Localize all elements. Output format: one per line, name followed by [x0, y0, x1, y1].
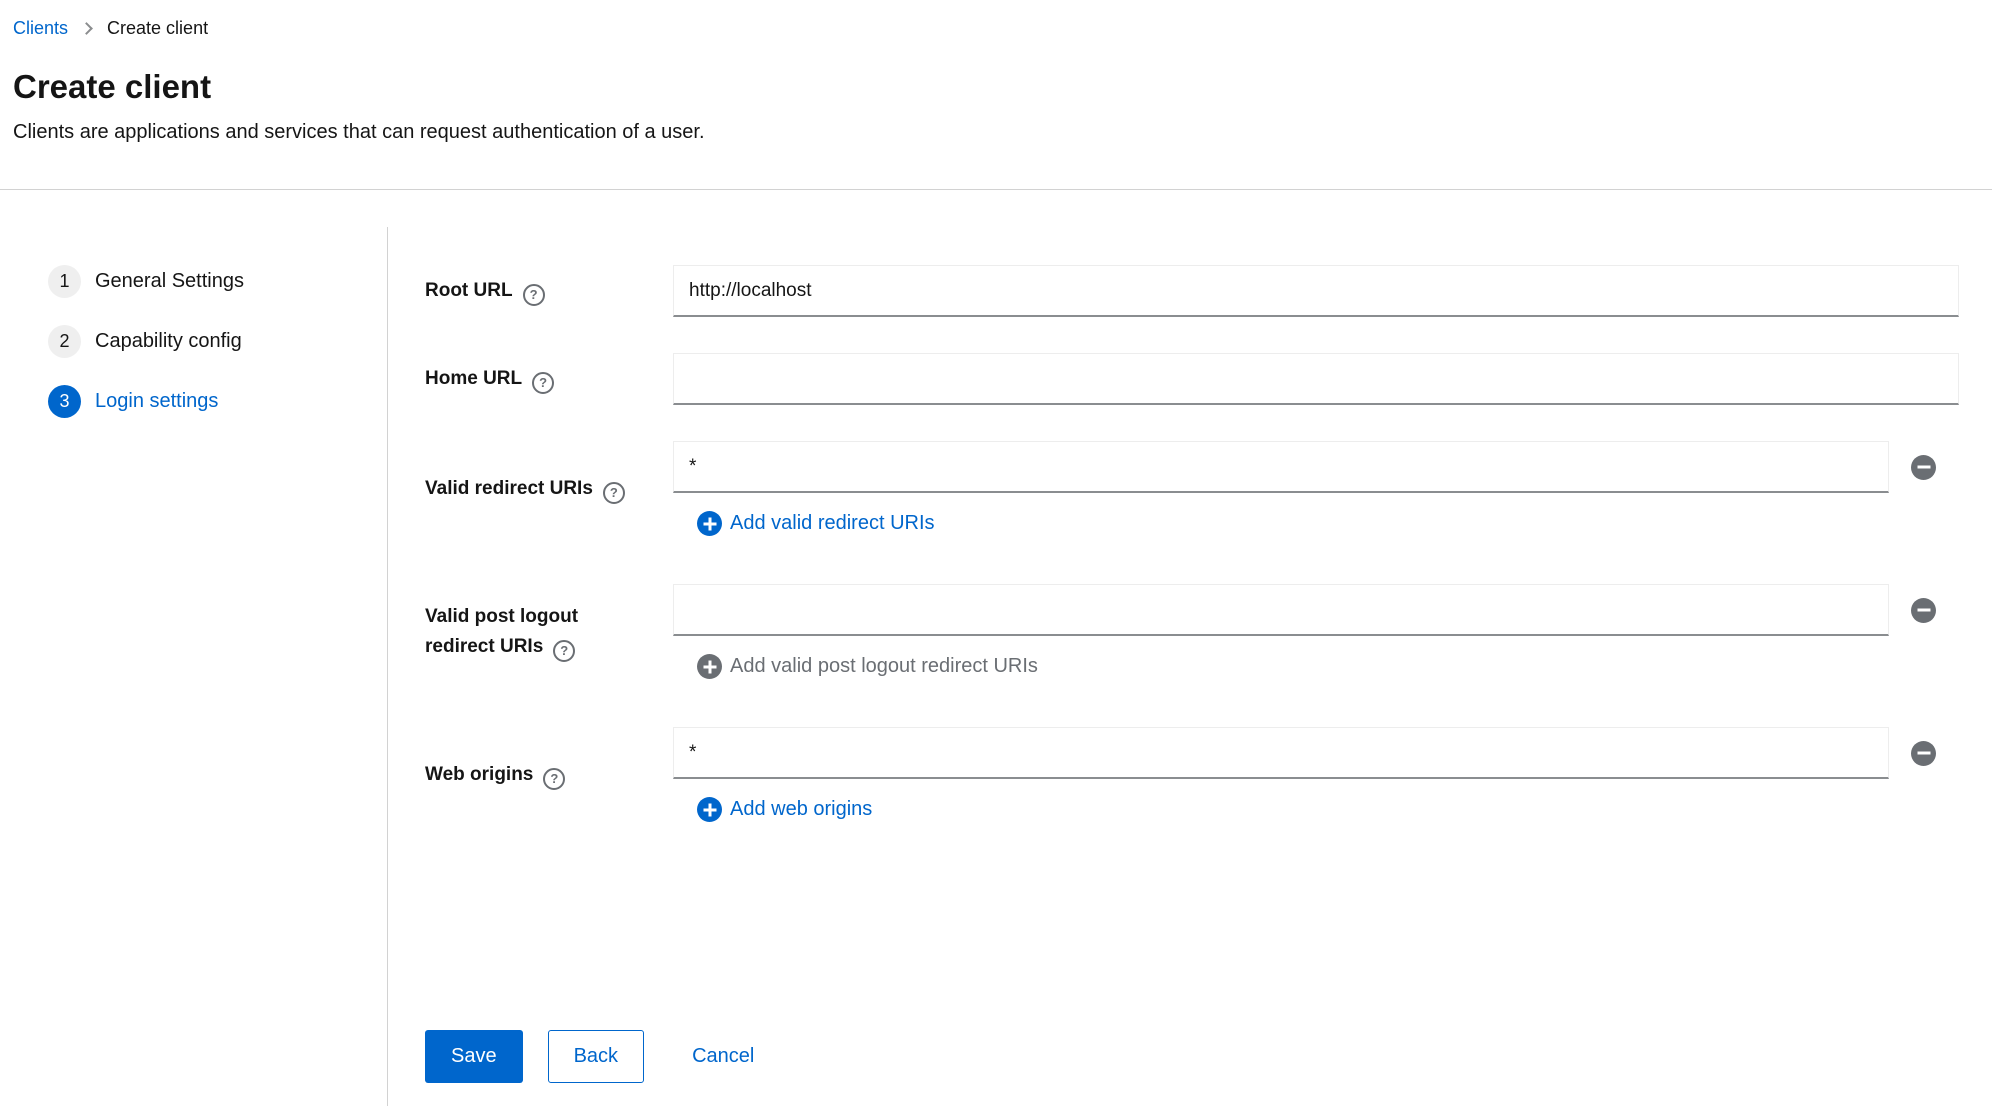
login-settings-form: Root URL Home URL Valid redirect URIs: [388, 190, 1992, 1106]
breadcrumb: Clients Create client: [13, 16, 1959, 40]
step-number-badge: 2: [48, 325, 81, 358]
wizard-step-capability-config[interactable]: 2 Capability config: [48, 325, 387, 358]
step-number-badge: 1: [48, 265, 81, 298]
home-url-input[interactable]: [673, 353, 1959, 405]
form-row-web-origins: Web origins Add web origins: [425, 727, 1959, 822]
help-icon[interactable]: [523, 284, 545, 306]
help-icon[interactable]: [543, 768, 565, 790]
valid-post-logout-redirect-uri-input[interactable]: [673, 584, 1889, 636]
plus-circle-icon: [697, 654, 722, 679]
cancel-button[interactable]: Cancel: [692, 1045, 754, 1068]
home-url-label: Home URL: [425, 364, 554, 394]
breadcrumb-current: Create client: [107, 16, 208, 40]
page-title: Create client: [13, 66, 1959, 108]
step-label: General Settings: [95, 270, 244, 293]
valid-redirect-uris-label: Valid redirect URIs: [425, 474, 625, 504]
help-icon[interactable]: [532, 372, 554, 394]
web-origin-input[interactable]: [673, 727, 1889, 779]
add-valid-post-logout-redirect-uri-button: Add valid post logout redirect URIs: [673, 654, 1038, 679]
plus-circle-icon: [697, 797, 722, 822]
minus-circle-icon: [1911, 741, 1936, 766]
wizard-steps-nav: 1 General Settings 2 Capability config 3…: [0, 227, 388, 1106]
add-web-origin-button[interactable]: Add web origins: [673, 797, 872, 822]
add-valid-redirect-uri-button[interactable]: Add valid redirect URIs: [673, 511, 935, 536]
main-content: 1 General Settings 2 Capability config 3…: [0, 190, 1992, 1106]
remove-valid-redirect-uri-button[interactable]: [1911, 455, 1936, 480]
page-header: Clients Create client Create client Clie…: [0, 0, 1992, 189]
root-url-label: Root URL: [425, 276, 545, 306]
web-origins-label: Web origins: [425, 760, 565, 790]
form-row-root-url: Root URL: [425, 265, 1959, 317]
form-actions: Save Back Cancel: [425, 1030, 1959, 1083]
wizard-step-login-settings[interactable]: 3 Login settings: [48, 385, 387, 418]
remove-valid-post-logout-redirect-uri-button[interactable]: [1911, 598, 1936, 623]
valid-post-logout-redirect-uris-label: Valid post logout redirect URIs: [425, 602, 653, 662]
step-number-badge: 3: [48, 385, 81, 418]
root-url-input[interactable]: [673, 265, 1959, 317]
minus-circle-icon: [1911, 598, 1936, 623]
help-icon[interactable]: [553, 640, 575, 662]
wizard-step-general-settings[interactable]: 1 General Settings: [48, 265, 387, 298]
remove-web-origin-button[interactable]: [1911, 741, 1936, 766]
back-button[interactable]: Back: [548, 1030, 644, 1083]
minus-circle-icon: [1911, 455, 1936, 480]
plus-circle-icon: [697, 511, 722, 536]
breadcrumb-link-clients[interactable]: Clients: [13, 16, 68, 40]
form-row-valid-post-logout-redirect-uris: Valid post logout redirect URIs Add vali…: [425, 584, 1959, 679]
valid-redirect-uri-input[interactable]: [673, 441, 1889, 493]
page-description: Clients are applications and services th…: [13, 118, 1959, 147]
form-row-home-url: Home URL: [425, 353, 1959, 405]
form-row-valid-redirect-uris: Valid redirect URIs Add valid redirect U…: [425, 441, 1959, 536]
save-button[interactable]: Save: [425, 1030, 523, 1083]
step-label: Capability config: [95, 330, 242, 353]
step-label: Login settings: [95, 390, 218, 413]
angle-right-icon: [80, 22, 93, 35]
help-icon[interactable]: [603, 482, 625, 504]
